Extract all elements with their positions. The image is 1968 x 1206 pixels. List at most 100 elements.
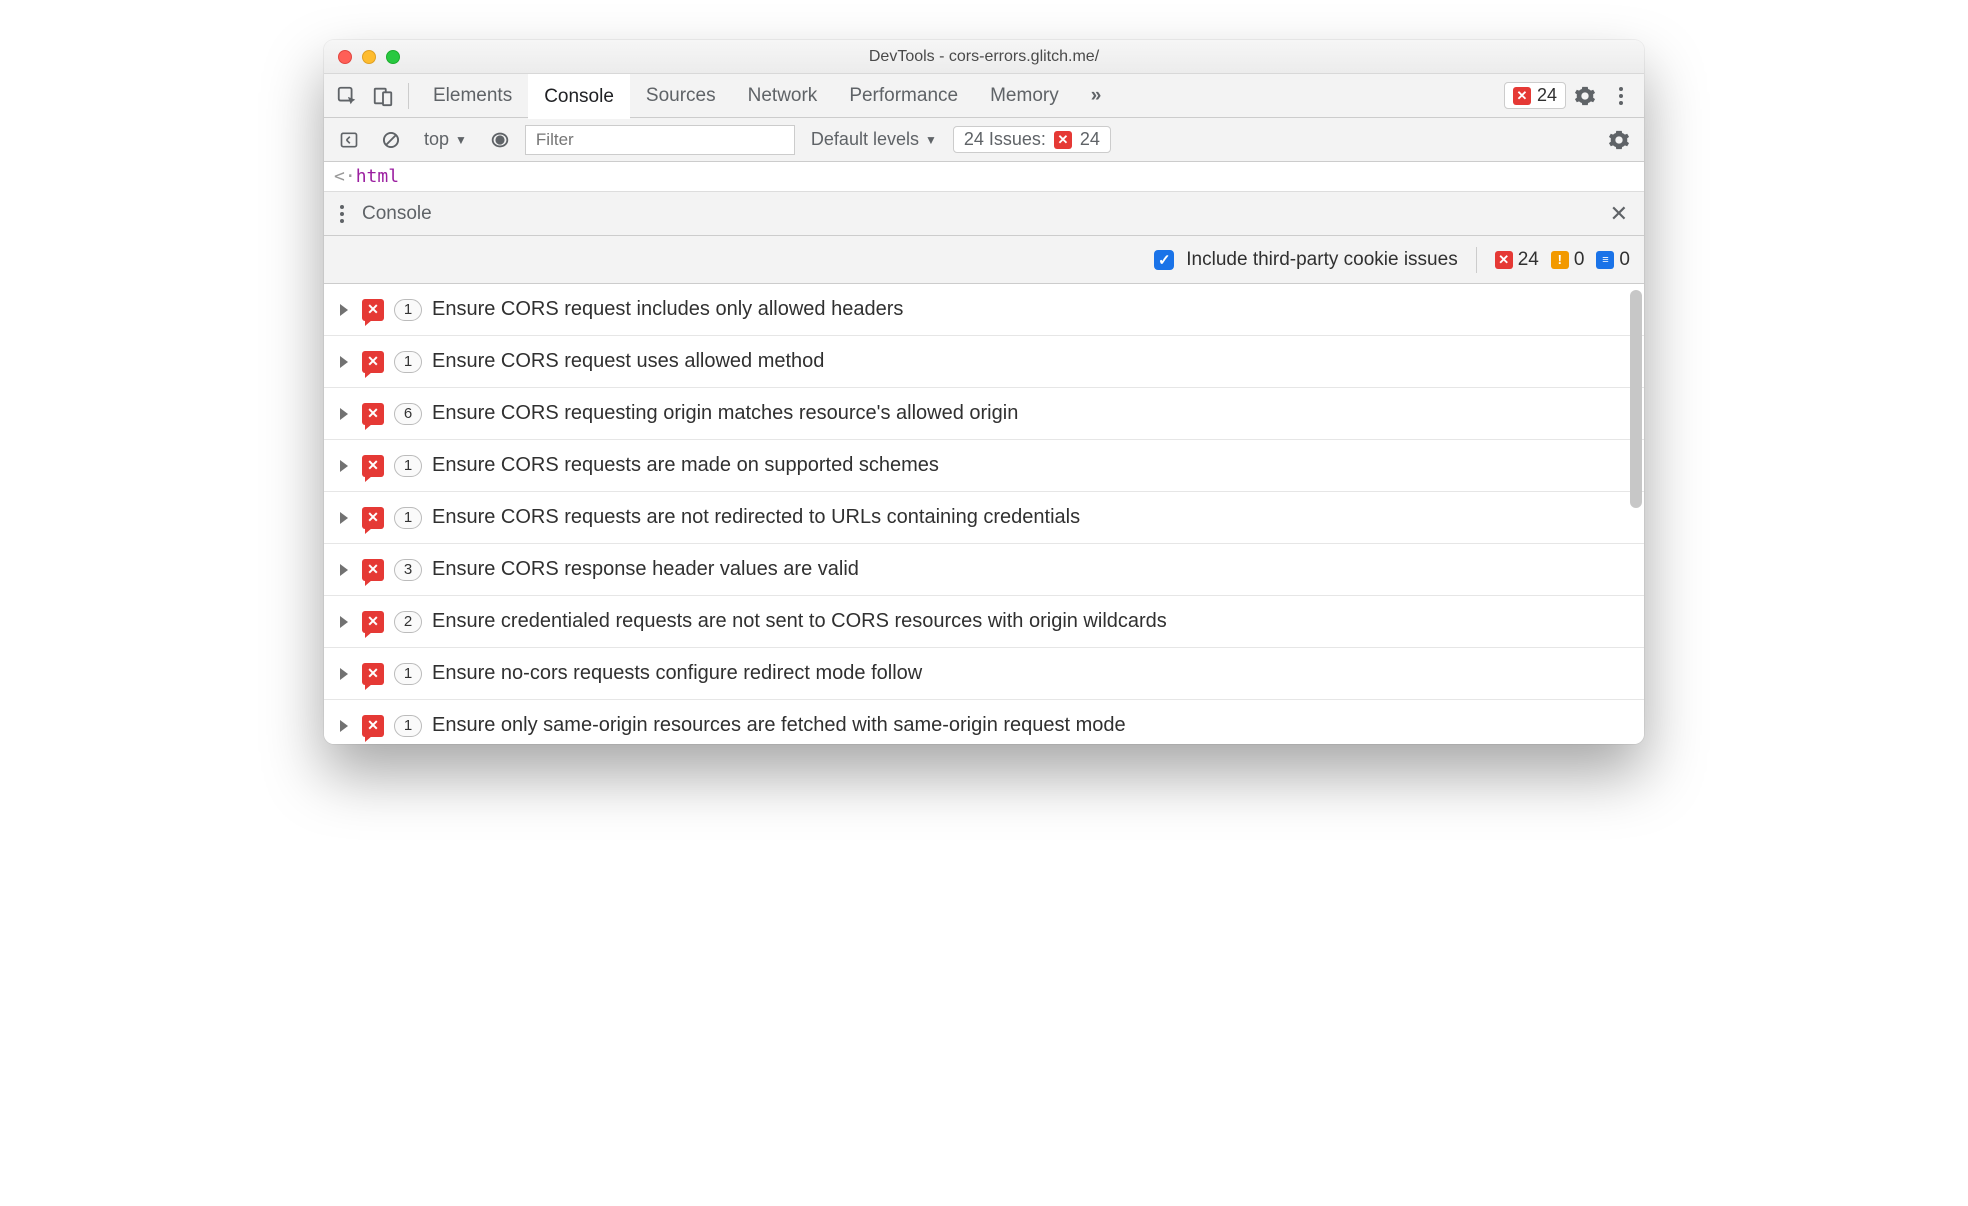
source-tag: html: [356, 166, 399, 187]
show-console-sidebar-icon[interactable]: [332, 123, 366, 157]
expand-triangle-icon[interactable]: [340, 460, 348, 472]
source-snippet: <·html: [324, 162, 1644, 192]
devtools-window: DevTools - cors-errors.glitch.me/ Elemen…: [324, 40, 1644, 744]
issue-count-pill: 6: [394, 403, 422, 425]
error-bubble-icon: ✕: [362, 559, 384, 581]
issue-row[interactable]: ✕ 3 Ensure CORS response header values a…: [324, 544, 1644, 596]
scrollbar-thumb[interactable]: [1630, 290, 1642, 508]
warning-count: 0: [1574, 249, 1585, 271]
execution-context-select[interactable]: top ▼: [416, 129, 475, 150]
issues-label: 24 Issues:: [964, 129, 1046, 150]
issue-count-pill: 1: [394, 715, 422, 737]
titlebar: DevTools - cors-errors.glitch.me/: [324, 40, 1644, 74]
third-party-cookie-label: Include third-party cookie issues: [1186, 249, 1457, 271]
error-count: 24: [1518, 249, 1539, 271]
settings-icon[interactable]: [1568, 79, 1602, 113]
issue-row[interactable]: ✕ 1 Ensure only same-origin resources ar…: [324, 700, 1644, 744]
warning-count-group[interactable]: ! 0: [1551, 249, 1585, 271]
issue-text: Ensure CORS requests are not redirected …: [432, 506, 1080, 529]
warning-icon: !: [1551, 251, 1569, 269]
more-menu-icon[interactable]: [1604, 79, 1638, 113]
error-bubble-icon: ✕: [362, 663, 384, 685]
device-toolbar-icon[interactable]: [366, 79, 400, 113]
error-count-badge[interactable]: ✕ 24: [1504, 82, 1566, 109]
info-icon: ≡: [1596, 251, 1614, 269]
issue-row[interactable]: ✕ 6 Ensure CORS requesting origin matche…: [324, 388, 1644, 440]
tab-console[interactable]: Console: [528, 74, 630, 118]
context-label: top: [424, 129, 449, 150]
window-title: DevTools - cors-errors.glitch.me/: [324, 48, 1644, 66]
issue-count-pill: 1: [394, 299, 422, 321]
issues-filter-bar: ✓ Include third-party cookie issues ✕ 24…: [324, 236, 1644, 284]
expand-triangle-icon[interactable]: [340, 668, 348, 680]
error-count-group[interactable]: ✕ 24: [1495, 249, 1539, 271]
tab-performance[interactable]: Performance: [833, 74, 974, 118]
issue-row[interactable]: ✕ 1 Ensure CORS requests are not redirec…: [324, 492, 1644, 544]
filter-input[interactable]: [525, 125, 795, 155]
error-bubble-icon: ✕: [362, 455, 384, 477]
error-bubble-icon: ✕: [362, 507, 384, 529]
issue-row[interactable]: ✕ 1 Ensure CORS request includes only al…: [324, 284, 1644, 336]
tabs-overflow-button[interactable]: »: [1075, 74, 1118, 118]
issues-count: 24: [1080, 129, 1100, 150]
expand-triangle-icon[interactable]: [340, 720, 348, 732]
drawer-header: Console ✕: [324, 192, 1644, 236]
expand-triangle-icon[interactable]: [340, 616, 348, 628]
issue-row[interactable]: ✕ 1 Ensure no-cors requests configure re…: [324, 648, 1644, 700]
issue-text: Ensure CORS requests are made on support…: [432, 454, 939, 477]
issue-row[interactable]: ✕ 1 Ensure CORS requests are made on sup…: [324, 440, 1644, 492]
console-toolbar: top ▼ Default levels ▼ 24 Issues: ✕ 24: [324, 118, 1644, 162]
error-bubble-icon: ✕: [362, 351, 384, 373]
issue-count-pill: 1: [394, 455, 422, 477]
issue-text: Ensure credentialed requests are not sen…: [432, 610, 1167, 633]
expand-triangle-icon[interactable]: [340, 564, 348, 576]
issue-count-pill: 3: [394, 559, 422, 581]
tab-elements[interactable]: Elements: [417, 74, 528, 118]
issue-count-pill: 1: [394, 663, 422, 685]
tab-sources[interactable]: Sources: [630, 74, 732, 118]
issue-text: Ensure no-cors requests configure redire…: [432, 662, 922, 685]
issue-row[interactable]: ✕ 2 Ensure credentialed requests are not…: [324, 596, 1644, 648]
issue-count-pill: 1: [394, 351, 422, 373]
issues-list: ✕ 1 Ensure CORS request includes only al…: [324, 284, 1644, 744]
issue-count-pill: 1: [394, 507, 422, 529]
tab-memory[interactable]: Memory: [974, 74, 1075, 118]
source-prefix: <·: [334, 166, 356, 187]
divider: [1476, 247, 1477, 273]
chevron-down-icon: ▼: [455, 133, 467, 147]
close-drawer-button[interactable]: ✕: [1604, 201, 1634, 227]
error-icon: ✕: [1054, 131, 1072, 149]
drawer-title: Console: [362, 203, 432, 225]
error-bubble-icon: ✕: [362, 611, 384, 633]
drawer-menu-icon[interactable]: [334, 197, 350, 231]
error-icon: ✕: [1495, 251, 1513, 269]
issues-counter[interactable]: 24 Issues: ✕ 24: [953, 126, 1111, 153]
error-bubble-icon: ✕: [362, 403, 384, 425]
issue-text: Ensure CORS requesting origin matches re…: [432, 402, 1018, 425]
inspect-element-icon[interactable]: [330, 79, 364, 113]
main-tabstrip: Elements Console Sources Network Perform…: [324, 74, 1644, 118]
info-count: 0: [1619, 249, 1630, 271]
live-expression-icon[interactable]: [483, 123, 517, 157]
chevron-down-icon: ▼: [925, 133, 937, 147]
error-count: 24: [1537, 85, 1557, 106]
expand-triangle-icon[interactable]: [340, 304, 348, 316]
clear-console-icon[interactable]: [374, 123, 408, 157]
expand-triangle-icon[interactable]: [340, 356, 348, 368]
issue-count-pill: 2: [394, 611, 422, 633]
divider: [408, 83, 409, 109]
tab-network[interactable]: Network: [732, 74, 834, 118]
error-bubble-icon: ✕: [362, 715, 384, 737]
issue-text: Ensure CORS request includes only allowe…: [432, 298, 903, 321]
error-icon: ✕: [1513, 87, 1531, 105]
console-settings-icon[interactable]: [1602, 123, 1636, 157]
log-level-select[interactable]: Default levels ▼: [803, 129, 945, 150]
third-party-cookie-checkbox[interactable]: ✓: [1154, 250, 1174, 270]
expand-triangle-icon[interactable]: [340, 512, 348, 524]
panel-tabs: Elements Console Sources Network Perform…: [417, 74, 1117, 118]
expand-triangle-icon[interactable]: [340, 408, 348, 420]
info-count-group[interactable]: ≡ 0: [1596, 249, 1630, 271]
issue-row[interactable]: ✕ 1 Ensure CORS request uses allowed met…: [324, 336, 1644, 388]
levels-label: Default levels: [811, 129, 919, 150]
issue-text: Ensure only same-origin resources are fe…: [432, 714, 1126, 737]
